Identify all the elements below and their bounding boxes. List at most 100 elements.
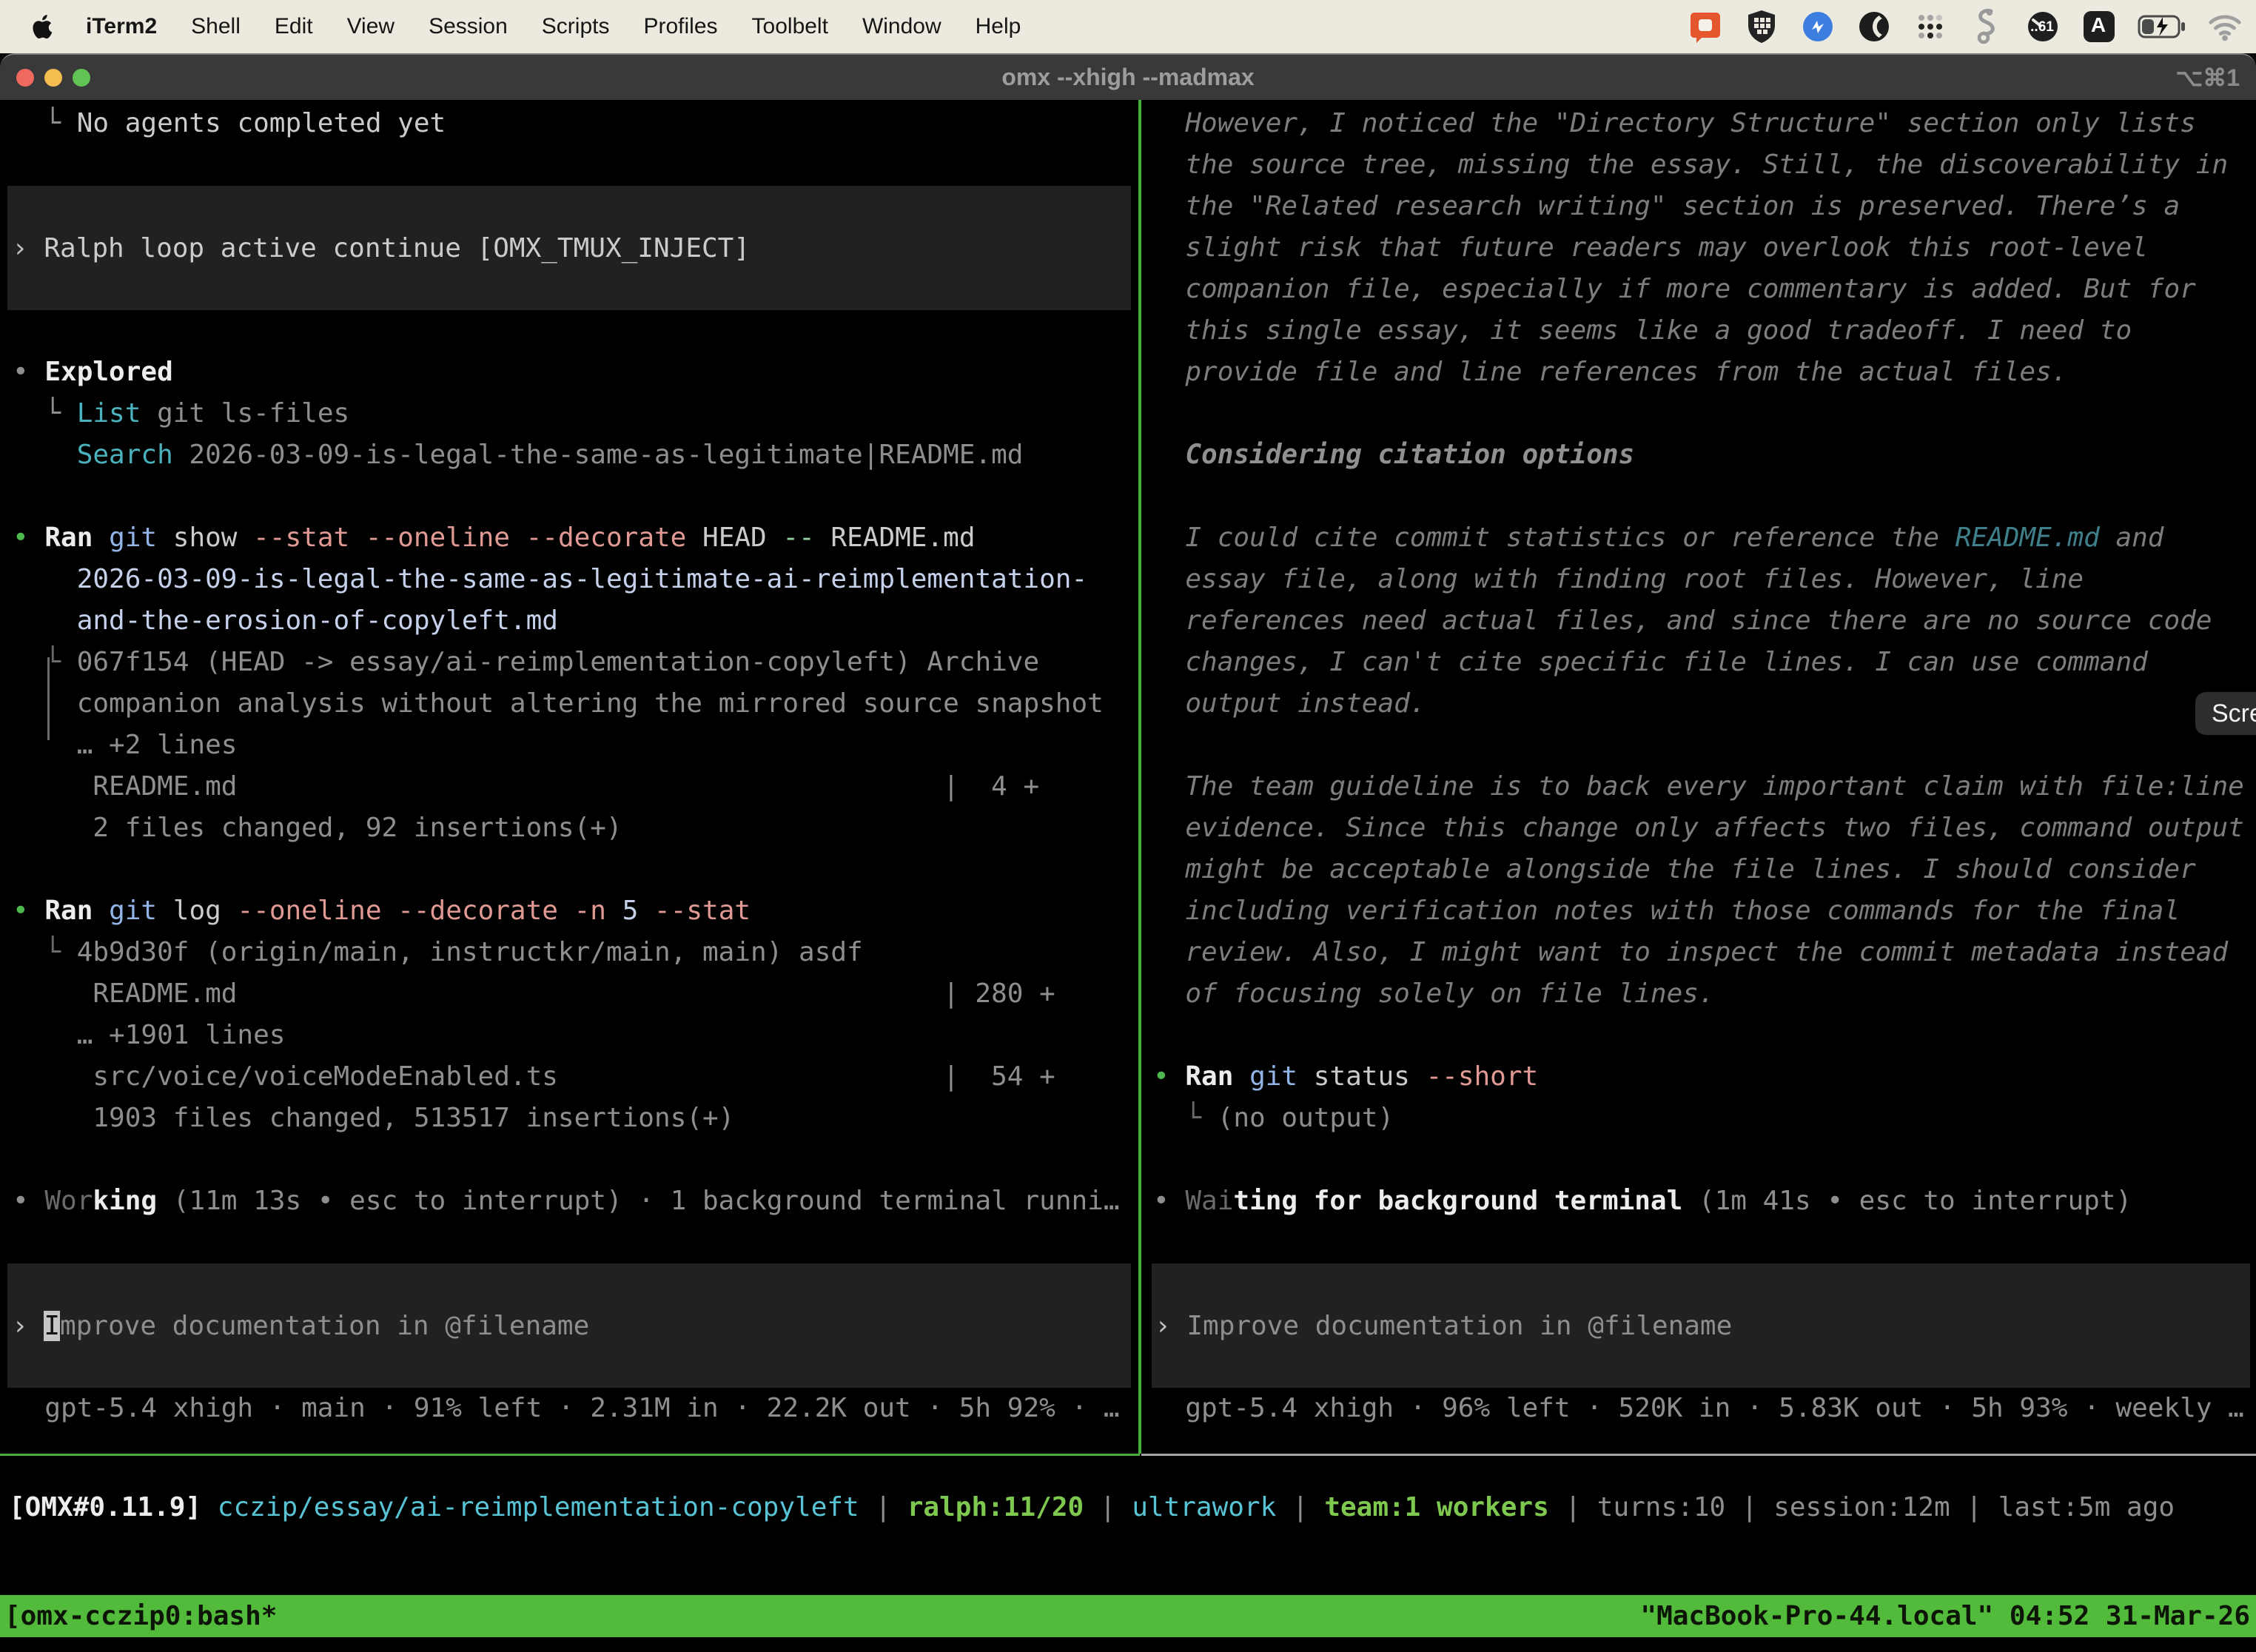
text-segment: |: [1084, 1492, 1132, 1522]
text-segment: Search: [77, 440, 173, 470]
text-segment: changes, I can't cite specific file line…: [1185, 647, 2147, 677]
blank-line: [13, 144, 1138, 186]
text-segment: [1153, 150, 1185, 180]
prompt-input[interactable]: › Improve documentation in @filename: [1152, 1263, 2250, 1388]
menu-item-session[interactable]: Session: [429, 14, 508, 38]
chat-app-icon[interactable]: [1688, 9, 1723, 44]
tmux-host-clock: "MacBook-Pro-44.local" 04:52 31-Mar-26: [1640, 1601, 2250, 1631]
terminal-line: of focusing solely on file lines.: [1153, 973, 2256, 1015]
text-segment: -n: [574, 896, 622, 926]
text-segment: status: [1314, 1061, 1426, 1092]
text-segment: [1153, 440, 1185, 470]
terminal-line: └ List git ls-files: [13, 393, 1138, 434]
shield-grid-icon[interactable]: [1744, 9, 1779, 44]
text-segment: •: [1153, 1186, 1185, 1216]
text-segment: essay file, along with finding root file…: [1185, 564, 2084, 594]
terminal-line: review. Also, I might want to inspect th…: [1153, 932, 2256, 973]
text-segment: └: [13, 647, 77, 677]
terminal-line: └ (no output): [1153, 1098, 2256, 1139]
text-segment: gpt-5.4 xhigh · 96% left · 520K in · 5.8…: [1153, 1393, 2244, 1423]
terminal-line: changes, I can't cite specific file line…: [1153, 642, 2256, 683]
text-segment: •: [13, 523, 44, 553]
text-segment: [1153, 605, 1185, 636]
text-segment: team:1 workers: [1324, 1492, 1548, 1522]
menu-item-iterm2[interactable]: iTerm2: [86, 14, 157, 38]
text-segment: [1153, 854, 1185, 884]
battery-icon[interactable]: [2138, 9, 2186, 44]
text-segment: might be acceptable alongside the file l…: [1185, 854, 2195, 884]
terminal-line: └ 067f154 (HEAD -> essay/ai-reimplementa…: [13, 642, 1138, 683]
terminal-line: • Explored: [13, 352, 1138, 393]
window-shortcut-badge: ⌥⌘1: [2175, 64, 2240, 92]
terminal-line: this single essay, it seems like a good …: [1153, 310, 2256, 352]
text-segment: session:12m: [1773, 1492, 1950, 1522]
terminal-line: provide file and line references from th…: [1153, 352, 2256, 393]
blank-line: [13, 1222, 1138, 1263]
terminal-line: 2 files changed, 92 insertions(+): [13, 807, 1138, 849]
text-segment: 4b9d30f (origin/main, instructkr/main, m…: [77, 937, 863, 967]
terminal-line: … +1901 lines: [13, 1015, 1138, 1056]
text-segment: |: [1950, 1492, 1998, 1522]
text-segment: cczip/essay/ai-reimplementation-copyleft: [218, 1492, 859, 1522]
gauge-icon[interactable]: ..61: [2025, 9, 2061, 44]
blank-line: [1153, 393, 2256, 434]
text-segment: [13, 440, 77, 470]
text-segment: 2 files changed, 92 insertions(+): [13, 813, 622, 843]
apple-icon[interactable]: [28, 12, 53, 41]
text-segment: references need actual files, and since …: [1185, 605, 2212, 636]
terminal-line: The team guideline is to back every impo…: [1153, 766, 2256, 807]
text-segment: src/voice/voiceModeEnabled.ts | 54 +: [13, 1061, 1055, 1092]
menu-item-window[interactable]: Window: [862, 14, 941, 38]
menu-item-help[interactable]: Help: [976, 14, 1021, 38]
menu-item-scripts[interactable]: Scripts: [542, 14, 610, 38]
text-segment: ›: [12, 1311, 44, 1341]
menu-item-view[interactable]: View: [347, 14, 395, 38]
terminal-line: └ 4b9d30f (origin/main, instructkr/main,…: [13, 932, 1138, 973]
text-segment: gpt-5.4 xhigh · main · 91% left · 2.31M …: [13, 1393, 1120, 1423]
text-segment: └: [1153, 1103, 1218, 1133]
terminal-line: README.md | 280 +: [13, 973, 1138, 1015]
text-segment: … +2 lines: [77, 730, 238, 760]
text-segment: review. Also, I might want to inspect th…: [1185, 937, 2228, 967]
text-segment: Ran: [44, 523, 109, 553]
menu-item-edit[interactable]: Edit: [275, 14, 313, 38]
text-segment: |: [1725, 1492, 1773, 1522]
text-segment: the "Related research writing" section i…: [1185, 191, 2180, 221]
menu-item-shell[interactable]: Shell: [191, 14, 241, 38]
squiggle-icon[interactable]: [1969, 9, 2004, 44]
text-segment: companion analysis without altering the …: [77, 688, 1104, 719]
text-segment: git: [109, 523, 173, 553]
menu-item-toolbelt[interactable]: Toolbelt: [752, 14, 828, 38]
tmux-session-name: [omx-cczip0:bash*: [4, 1601, 277, 1631]
text-segment: evidence. Since this change only affects…: [1185, 813, 2243, 843]
a-key-icon[interactable]: A: [2081, 9, 2117, 44]
text-segment: output instead.: [1185, 688, 1426, 719]
menu-item-profiles[interactable]: Profiles: [643, 14, 717, 38]
omx-status-bar: [OMX#0.11.9] cczip/essay/ai-reimplementa…: [9, 1487, 2175, 1528]
text-segment: Ran: [44, 896, 109, 926]
text-segment: ralph:11/20: [907, 1492, 1084, 1522]
dot-grid-icon[interactable]: [1913, 9, 1948, 44]
text-segment: last:5m ago: [1998, 1492, 2175, 1522]
session-status-line: gpt-5.4 xhigh · 96% left · 520K in · 5.8…: [1153, 1388, 2256, 1429]
terminal-line: • Ran git log --oneline --decorate -n 5 …: [13, 890, 1138, 932]
prompt-input[interactable]: › Improve documentation in @filename: [7, 1263, 1131, 1388]
text-segment: |: [1549, 1492, 1597, 1522]
menu-items: iTerm2 Shell Edit View Session Scripts Profile…: [86, 14, 1055, 39]
pane-divider[interactable]: [1138, 100, 1141, 1454]
terminal-line: README.md | 4 +: [13, 766, 1138, 807]
screen-overlay-tooltip: Scre: [2195, 692, 2256, 735]
blank-line: [1153, 1015, 2256, 1056]
terminal-line: companion file, especially if more comme…: [1153, 269, 2256, 310]
wifi-icon[interactable]: [2207, 9, 2243, 44]
blank-line: [1153, 1222, 2256, 1263]
text-segment: … +1901 lines: [13, 1020, 285, 1050]
text-segment: List: [77, 398, 141, 429]
terminal-line: might be acceptable alongside the file l…: [1153, 849, 2256, 890]
terminal-line: src/voice/voiceModeEnabled.ts | 54 +: [13, 1056, 1138, 1098]
blue-badge-icon[interactable]: [1800, 9, 1836, 44]
text-segment: HEAD: [702, 523, 782, 553]
pacman-icon[interactable]: [1856, 9, 1892, 44]
a-key-label: A: [2081, 13, 2115, 37]
text-segment: [1153, 357, 1185, 387]
